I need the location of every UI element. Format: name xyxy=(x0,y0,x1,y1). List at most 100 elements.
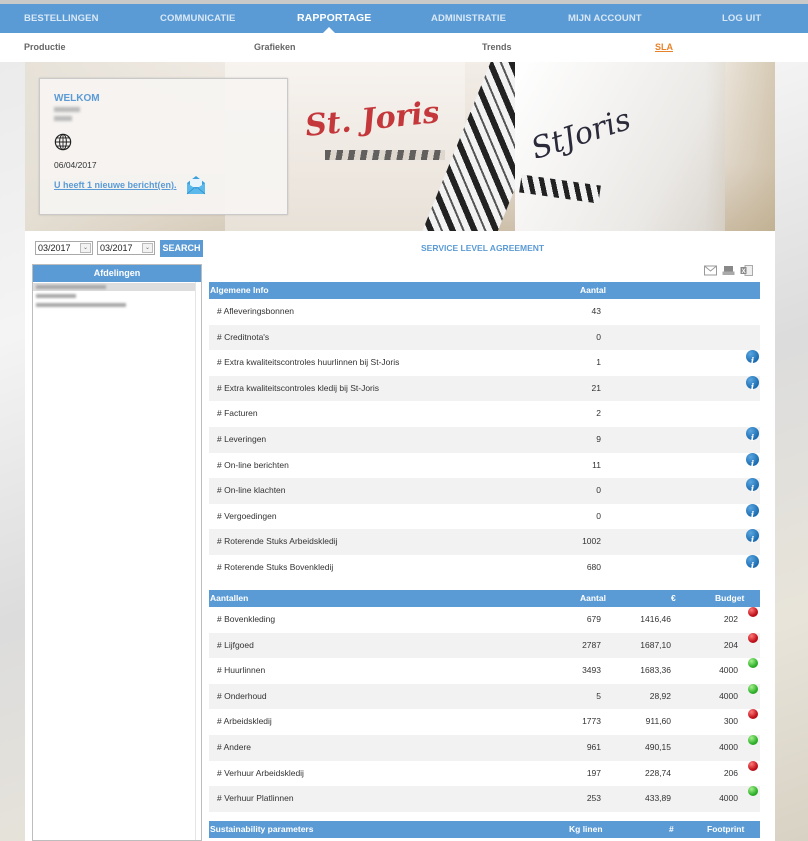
row-label: # Andere xyxy=(217,741,252,752)
row-budget: 206 xyxy=(723,767,738,778)
welcome-title: WELKOM xyxy=(54,93,100,104)
general-info-row: # Leveringen 9 i xyxy=(209,426,760,453)
row-count: 9 xyxy=(596,433,601,444)
row-budget: 4000 xyxy=(719,665,738,676)
departments-panel: Afdelingen xyxy=(32,264,202,841)
user-company-redacted xyxy=(54,116,72,121)
row-count: 3493 xyxy=(582,665,601,676)
row-label: # Arbeidskledij xyxy=(217,716,272,727)
row-label: # Roterende Stuks Bovenkledij xyxy=(217,561,334,572)
general-info-row: # On-line berichten 11 i xyxy=(209,452,760,479)
department-item[interactable] xyxy=(33,292,195,300)
subnav-trends[interactable]: Trends xyxy=(482,33,512,62)
general-info-row: # Roterende Stuks Bovenkledij 680 i xyxy=(209,554,760,581)
mail-icon[interactable] xyxy=(704,265,717,276)
row-count: 1773 xyxy=(582,716,601,727)
row-budget: 4000 xyxy=(719,793,738,804)
row-amount: 1416,46 xyxy=(640,614,671,624)
nav-log-uit[interactable]: LOG UIT xyxy=(722,4,761,33)
info-icon[interactable]: i xyxy=(746,375,759,393)
subnav-sla[interactable]: SLA xyxy=(655,33,673,62)
search-button[interactable]: SEARCH xyxy=(160,239,203,257)
print-icon[interactable] xyxy=(722,265,735,276)
row-count: 0 xyxy=(596,510,601,521)
info-icon[interactable]: i xyxy=(746,503,759,521)
row-count: 2787 xyxy=(582,639,601,650)
general-info-header: Algemene Info Aantal xyxy=(209,282,760,299)
subnav-grafieken[interactable]: Grafieken xyxy=(254,33,296,62)
nav-mijn-account[interactable]: MIJN ACCOUNT xyxy=(568,4,642,33)
row-label: # Creditnota's xyxy=(217,331,270,342)
subnav-productie[interactable]: Productie xyxy=(24,33,66,62)
info-icon[interactable]: i xyxy=(746,452,759,470)
nav-bestellingen[interactable]: BESTELLINGEN xyxy=(24,4,99,33)
header-amount: € xyxy=(671,593,676,603)
new-messages-link[interactable]: U heeft 1 nieuwe bericht(en). xyxy=(54,180,177,190)
row-label: # Huurlinnen xyxy=(217,665,266,676)
general-info-row: # Extra kwaliteitscontroles kledij bij S… xyxy=(209,375,760,402)
row-amount: 1687,10 xyxy=(640,639,671,650)
departments-list[interactable] xyxy=(33,282,196,840)
row-count: 21 xyxy=(591,382,601,393)
to-period-select[interactable]: 03/2017 ⌄ xyxy=(97,241,155,255)
row-count: 197 xyxy=(586,767,601,778)
row-count: 0 xyxy=(596,331,601,342)
banner-stripes xyxy=(325,150,445,160)
header-label: Algemene Info xyxy=(210,285,269,295)
globe-icon[interactable] xyxy=(54,133,72,151)
counts-row: # Lijfgoed 2787 1687,10 204 xyxy=(209,632,760,659)
red-status-indicator-icon xyxy=(748,607,758,617)
row-amount: 433,89 xyxy=(645,793,671,804)
info-icon[interactable]: i xyxy=(746,478,759,495)
main-navigation: BESTELLINGEN COMMUNICATIE RAPPORTAGE ADM… xyxy=(0,4,808,33)
row-label: # Verhuur Arbeidskledij xyxy=(217,767,304,778)
row-count: 5 xyxy=(596,690,601,701)
nav-communicatie[interactable]: COMMUNICATIE xyxy=(160,4,235,33)
departments-scrollbar[interactable] xyxy=(195,282,201,840)
row-count: 0 xyxy=(596,485,601,496)
from-period-select[interactable]: 03/2017 ⌄ xyxy=(35,241,93,255)
row-label: # Vergoedingen xyxy=(217,510,277,521)
red-status-indicator-icon xyxy=(748,760,758,771)
chevron-down-icon[interactable]: ⌄ xyxy=(142,243,153,253)
row-label: # On-line berichten xyxy=(217,459,289,470)
info-icon[interactable]: i xyxy=(746,350,759,367)
green-status-indicator-icon xyxy=(748,786,758,797)
welcome-panel: WELKOM 06/04/2017 U heeft 1 nieuwe beric… xyxy=(39,78,288,215)
counts-row: # Andere 961 490,15 4000 xyxy=(209,734,760,761)
period-filter: 03/2017 ⌄ 03/2017 ⌄ SEARCH xyxy=(35,239,203,257)
chevron-down-icon[interactable]: ⌄ xyxy=(80,243,91,253)
row-label: # Bovenkleding xyxy=(217,614,276,624)
departments-header: Afdelingen xyxy=(33,265,201,282)
department-item[interactable] xyxy=(33,301,195,309)
counts-row: # Verhuur Platlinnen 253 433,89 4000 xyxy=(209,786,760,812)
row-label: # Facturen xyxy=(217,408,258,419)
general-info-table: Algemene Info Aantal # Afleveringsbonnen… xyxy=(209,282,760,581)
row-budget: 204 xyxy=(723,639,738,650)
row-label: # Onderhoud xyxy=(217,690,267,701)
info-icon[interactable]: i xyxy=(746,529,759,546)
counts-row: # Verhuur Arbeidskledij 197 228,74 206 xyxy=(209,760,760,787)
header-footprint: Footprint xyxy=(707,824,745,834)
excel-icon[interactable]: X xyxy=(740,265,753,276)
row-label: # Extra kwaliteitscontroles huurlinnen b… xyxy=(217,357,400,368)
info-icon[interactable]: i xyxy=(746,426,759,444)
row-count: 1 xyxy=(596,357,601,368)
row-label: # Afleveringsbonnen xyxy=(217,306,295,316)
green-status-indicator-icon xyxy=(748,734,758,745)
red-status-indicator-icon xyxy=(748,632,758,643)
row-budget: 4000 xyxy=(719,741,738,752)
nav-administratie[interactable]: ADMINISTRATIE xyxy=(431,4,506,33)
counts-header: Aantallen Aantal € Budget xyxy=(209,590,760,607)
row-label: # Roterende Stuks Arbeidskledij xyxy=(217,536,338,547)
row-amount: 28,92 xyxy=(649,690,671,701)
row-budget: 202 xyxy=(723,614,738,624)
general-info-row: # Afleveringsbonnen 43 xyxy=(209,299,760,325)
department-item[interactable] xyxy=(33,283,195,291)
row-label: # Extra kwaliteitscontroles kledij bij S… xyxy=(217,382,380,393)
row-budget: 4000 xyxy=(719,690,738,701)
row-count: 2 xyxy=(596,408,601,419)
general-info-row: # On-line klachten 0 i xyxy=(209,478,760,504)
info-icon[interactable]: i xyxy=(746,554,759,572)
open-envelope-icon[interactable] xyxy=(185,174,207,196)
